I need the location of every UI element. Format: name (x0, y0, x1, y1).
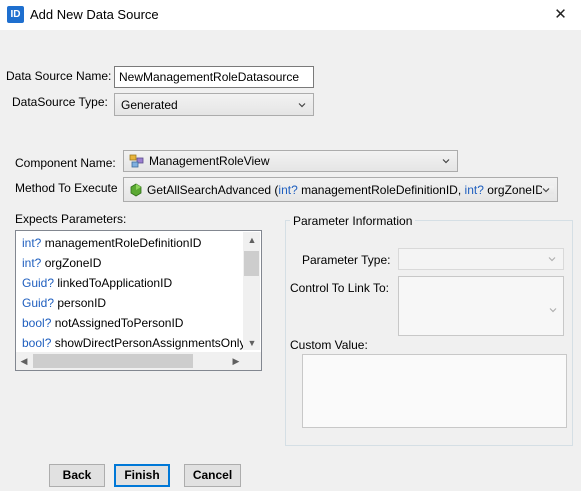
close-button[interactable]: ✕ (540, 0, 581, 30)
chevron-down-icon (442, 157, 450, 165)
chevron-down-icon (548, 255, 556, 263)
finish-button[interactable]: Finish (114, 464, 170, 487)
horizontal-scroll-thumb[interactable] (33, 354, 193, 368)
method-label: Method To Execute (15, 181, 118, 195)
list-item[interactable]: int? managementRoleDefinitionID (22, 233, 201, 253)
custom-value-label: Custom Value: (290, 338, 368, 352)
chevron-down-icon (542, 185, 554, 194)
cancel-button[interactable]: Cancel (184, 464, 241, 487)
list-item[interactable]: int? orgZoneID (22, 253, 101, 273)
method-icon (130, 183, 142, 197)
parameters-list[interactable]: int? managementRoleDefinitionID int? org… (15, 230, 262, 371)
control-to-link-label: Control To Link To: (290, 281, 389, 295)
list-item[interactable]: Guid? personID (22, 293, 106, 313)
list-vertical-scrollbar[interactable] (243, 232, 260, 350)
datasource-type-select[interactable]: Generated (114, 93, 314, 116)
scroll-up-icon[interactable]: ▲ (245, 233, 259, 247)
chevron-down-icon (549, 303, 557, 317)
parameter-type-select[interactable] (398, 248, 564, 270)
component-icon (129, 154, 145, 168)
expects-parameters-label: Expects Parameters: (15, 212, 127, 226)
scroll-left-icon[interactable]: ◀ (17, 354, 31, 368)
chevron-down-icon (298, 101, 306, 109)
list-item[interactable]: Guid? linkedToApplicationID (22, 273, 172, 293)
method-select[interactable]: GetAllSearchAdvanced (int? managementRol… (123, 177, 558, 202)
scroll-down-icon[interactable]: ▼ (245, 336, 259, 350)
parameter-information-title: Parameter Information (290, 214, 416, 228)
close-icon: ✕ (554, 6, 567, 23)
vertical-scroll-thumb[interactable] (244, 251, 259, 276)
app-icon: ID (7, 6, 24, 23)
custom-value-input[interactable] (302, 354, 567, 428)
method-value: GetAllSearchAdvanced (int? managementRol… (147, 183, 544, 197)
datasource-type-label: DataSource Type: (12, 95, 108, 109)
control-to-link-select[interactable] (398, 276, 564, 336)
parameter-type-label: Parameter Type: (302, 253, 391, 267)
datasource-name-label: Data Source Name: (6, 69, 112, 83)
list-item[interactable]: bool? notAssignedToPersonID (22, 313, 183, 333)
scroll-right-icon[interactable]: ▶ (229, 354, 243, 368)
component-name-label: Component Name: (15, 156, 116, 170)
datasource-name-input[interactable]: NewManagementRoleDatasource (114, 66, 314, 88)
component-name-value: ManagementRoleView (149, 154, 270, 168)
datasource-type-value: Generated (121, 98, 178, 112)
back-button[interactable]: Back (49, 464, 105, 487)
title-bar: ID Add New Data Source ✕ (0, 0, 581, 30)
list-item[interactable]: bool? showDirectPersonAssignmentsOnly (22, 333, 245, 353)
window-title: Add New Data Source (30, 7, 159, 22)
component-name-select[interactable]: ManagementRoleView (123, 150, 458, 172)
